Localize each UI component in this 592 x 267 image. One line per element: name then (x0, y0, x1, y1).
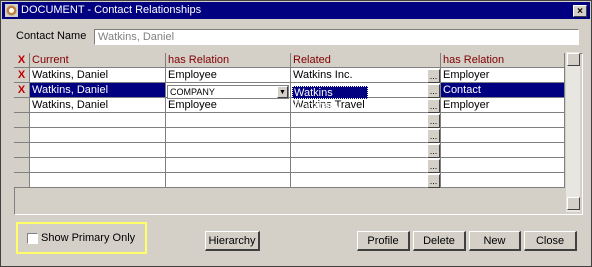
related-lookup-button[interactable]: ... (427, 159, 440, 173)
relation-cell[interactable]: Employee (166, 68, 291, 83)
related-cell[interactable] (291, 113, 441, 128)
delete-row-marker[interactable] (14, 113, 30, 128)
close-button[interactable]: Close (524, 231, 577, 251)
delete-column-header: X (14, 53, 30, 68)
reverse-relation-cell[interactable] (441, 173, 565, 188)
profile-button[interactable]: Profile (357, 231, 410, 251)
related-lookup-button[interactable]: ... (427, 129, 440, 143)
delete-row-marker[interactable] (14, 128, 30, 143)
contact-name-label: Contact Name (16, 30, 87, 42)
chevron-down-icon[interactable]: ▼ (277, 86, 288, 98)
current-cell[interactable] (30, 128, 166, 143)
current-cell[interactable]: Watkins, Daniel (30, 98, 166, 113)
reverse-relation-cell[interactable] (441, 128, 565, 143)
close-window-button[interactable]: × (573, 5, 587, 17)
current-cell[interactable] (30, 113, 166, 128)
related-lookup-button[interactable]: ... (427, 84, 440, 98)
current-cell[interactable]: Watkins, Daniel (30, 68, 166, 83)
delete-row-marker[interactable] (14, 98, 30, 113)
related-lookup-button[interactable]: ... (427, 99, 440, 113)
window-title: DOCUMENT - Contact Relationships (21, 4, 202, 16)
reverse-relation-cell[interactable]: Employer (441, 68, 565, 83)
delete-row-marker[interactable]: X (14, 83, 30, 98)
delete-row-marker[interactable] (14, 173, 30, 188)
title-bar[interactable]: DOCUMENT - Contact Relationships × (2, 2, 590, 19)
relation-cell[interactable] (166, 173, 291, 188)
related-cell[interactable] (291, 158, 441, 173)
app-icon (5, 4, 18, 17)
contact-name-field[interactable]: Watkins, Daniel (94, 29, 579, 45)
reverse-relation-cell[interactable] (441, 143, 565, 158)
related-lookup-button[interactable]: ... (427, 114, 440, 128)
relation-column-header[interactable]: has Relation (166, 53, 291, 68)
relation-dropdown-value: COMPANY (170, 87, 215, 97)
relation-cell[interactable] (166, 128, 291, 143)
related-lookup-button[interactable]: ... (427, 144, 440, 158)
current-cell[interactable]: Watkins, Daniel (30, 83, 166, 98)
scroll-up-button[interactable] (567, 53, 580, 66)
related-cell[interactable] (291, 143, 441, 158)
reverse-relation-column-header[interactable]: has Relation (441, 53, 565, 68)
related-cell[interactable] (291, 128, 441, 143)
current-cell[interactable] (30, 158, 166, 173)
related-edit-field[interactable]: Watkins Company (292, 86, 368, 112)
related-lookup-button[interactable]: ... (427, 174, 440, 188)
related-column-header[interactable]: Related (291, 53, 441, 68)
relation-cell[interactable] (166, 158, 291, 173)
reverse-relation-cell[interactable] (441, 158, 565, 173)
current-column-header[interactable]: Current (30, 53, 166, 68)
vertical-scrollbar[interactable] (565, 52, 580, 212)
relation-cell[interactable] (166, 113, 291, 128)
relation-cell[interactable] (166, 143, 291, 158)
show-primary-checkbox[interactable] (27, 233, 38, 244)
relation-cell[interactable]: Employee (166, 98, 291, 113)
current-cell[interactable] (30, 173, 166, 188)
related-cell[interactable] (291, 173, 441, 188)
show-primary-label: Show Primary Only (41, 232, 136, 244)
delete-row-marker[interactable] (14, 158, 30, 173)
reverse-relation-cell[interactable]: Employer (441, 98, 565, 113)
delete-row-marker[interactable] (14, 143, 30, 158)
reverse-relation-cell[interactable] (441, 113, 565, 128)
current-cell[interactable] (30, 143, 166, 158)
delete-row-marker[interactable]: X (14, 68, 30, 83)
related-cell[interactable]: Watkins Inc. (291, 68, 441, 83)
reverse-relation-cell[interactable]: Contact (441, 83, 565, 98)
relation-dropdown[interactable]: COMPANY ▼ (167, 85, 289, 99)
delete-button[interactable]: Delete (413, 231, 466, 251)
new-button[interactable]: New (469, 231, 521, 251)
hierarchy-button[interactable]: Hierarchy (205, 231, 260, 251)
scroll-down-button[interactable] (567, 197, 580, 210)
related-lookup-button[interactable]: ... (427, 69, 440, 83)
